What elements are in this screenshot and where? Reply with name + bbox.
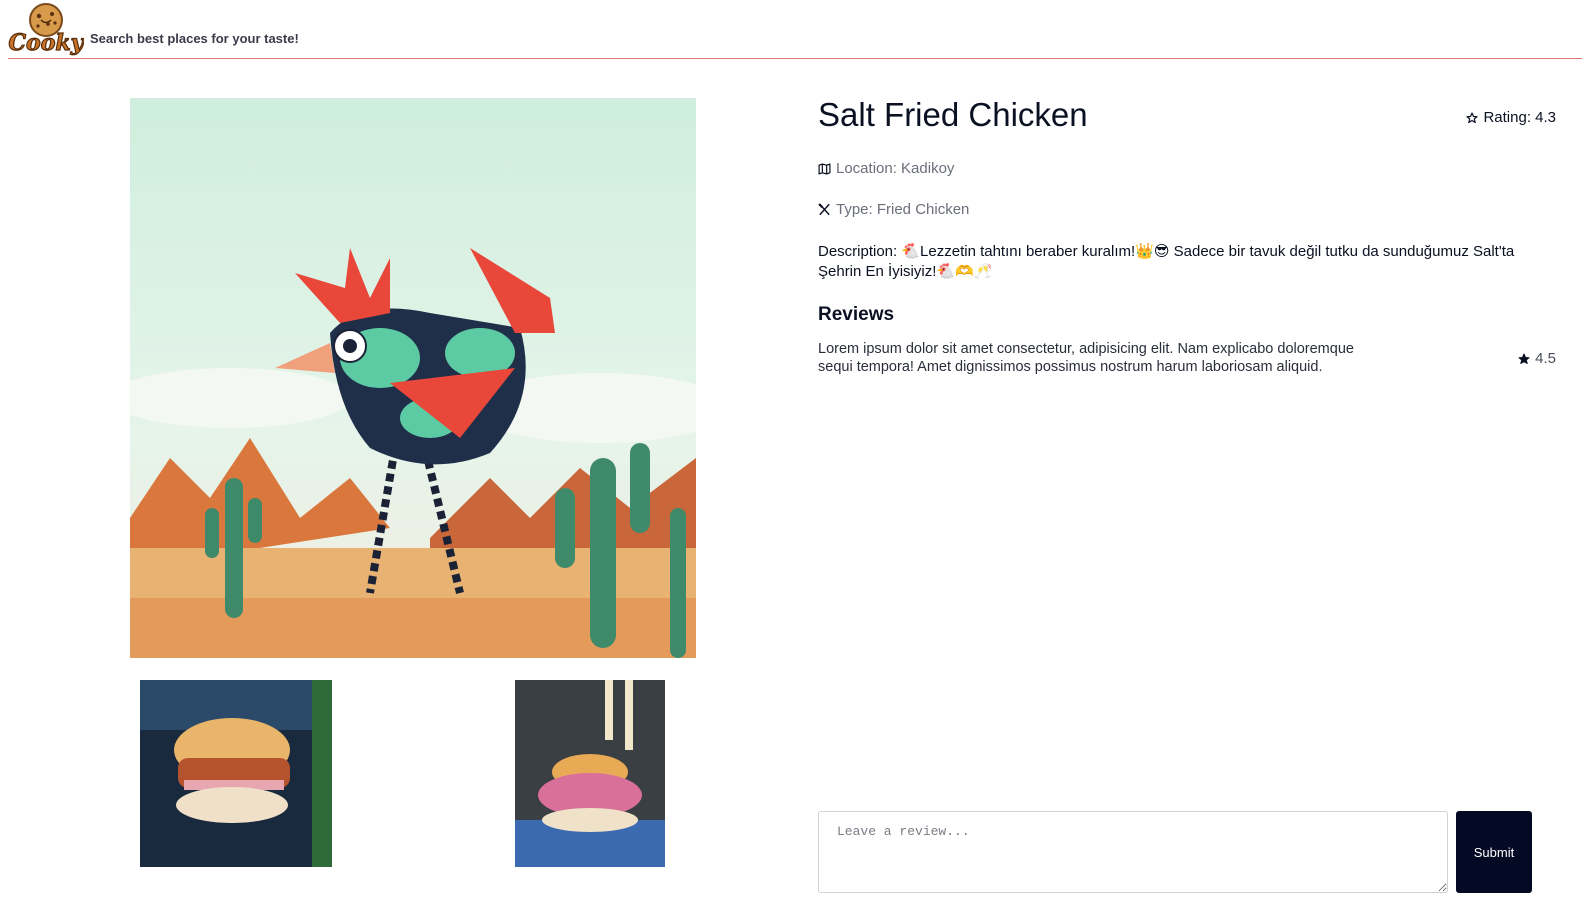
rating-label: Rating: 4.3	[1483, 109, 1556, 126]
star-icon	[1518, 353, 1530, 365]
place-description: Description: 🐔Lezzetin tahtını beraber k…	[818, 243, 1515, 280]
type-label: Type: Fried Chicken	[836, 201, 970, 218]
place-title: Salt Fried Chicken	[818, 96, 1088, 133]
place-type: Type: Fried Chicken	[818, 201, 969, 218]
cooky-logo[interactable]: Cooky	[8, 2, 86, 58]
location-label: Location: Kadikoy	[836, 160, 955, 177]
hero-image	[130, 98, 696, 658]
review-text: Lorem ipsum dolor sit amet consectetur, …	[818, 341, 1354, 375]
submit-review-button[interactable]: Submit	[1456, 811, 1532, 893]
review-rating: 4.5	[1518, 350, 1556, 367]
place-location: Location: Kadikoy	[818, 160, 954, 177]
star-icon	[1466, 111, 1479, 124]
app-header: Cooky Search best places for your taste!	[0, 0, 1582, 60]
map-icon	[818, 163, 831, 175]
review-rating-value: 4.5	[1535, 350, 1556, 367]
review-textarea[interactable]	[818, 811, 1448, 893]
reviews-heading: Reviews	[818, 304, 895, 325]
utensils-icon	[818, 203, 831, 216]
svg-text:Cooky: Cooky	[9, 30, 84, 56]
header-divider	[8, 58, 1582, 59]
tagline: Search best places for your taste!	[90, 31, 299, 46]
place-rating: Rating: 4.3	[1466, 109, 1556, 126]
gallery-image-1[interactable]	[140, 680, 332, 867]
gallery-image-2[interactable]	[515, 680, 665, 867]
